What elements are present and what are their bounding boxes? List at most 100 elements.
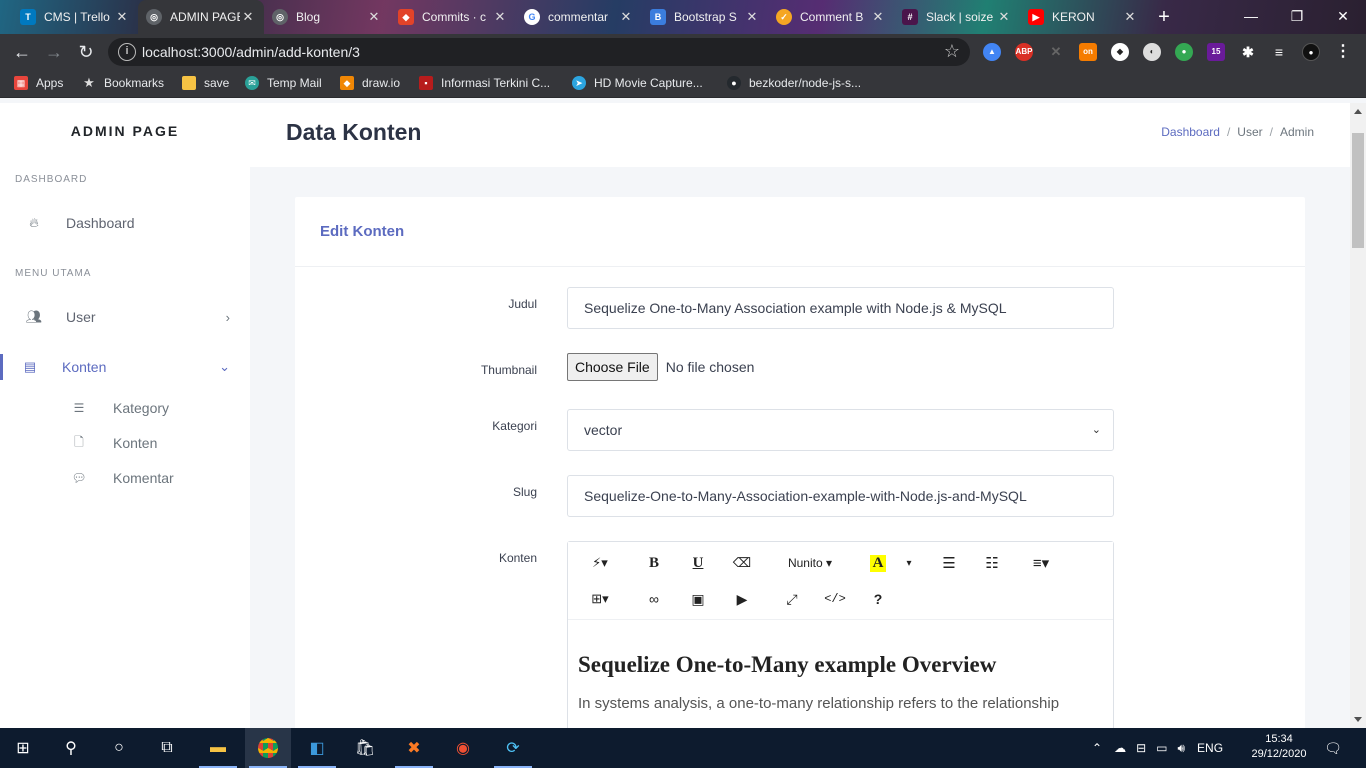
extension-arrow-icon[interactable]: ▲ [983, 43, 1001, 61]
text-color-icon[interactable]: A [866, 551, 890, 575]
judul-input[interactable]: Sequelize One-to-Many Association exampl… [567, 287, 1114, 329]
brand-title[interactable]: ADMIN PAGE [0, 123, 250, 139]
tab-blog[interactable]: ◎ Blog ✕ [264, 2, 390, 32]
bookmark-bookmarks[interactable]: ★ Bookmarks [82, 75, 164, 90]
kategori-select[interactable]: vector ⌄ [567, 409, 1114, 451]
clock[interactable]: 15:34 29/12/2020 [1242, 732, 1316, 762]
sidebar-item-konten[interactable]: ▤ Konten ⌄ [0, 347, 250, 387]
scrollbar-thumb[interactable] [1352, 133, 1364, 248]
tab-comment-box[interactable]: ✓ Comment B ✕ [768, 2, 894, 32]
minimize-button[interactable]: — [1228, 0, 1274, 34]
bookmark-apps[interactable]: ▦ Apps [14, 76, 63, 90]
cloud-icon[interactable]: ☁ [1114, 741, 1126, 755]
battery-icon[interactable]: ▭ [1156, 741, 1167, 755]
file-explorer-icon[interactable]: ▬ [195, 728, 241, 768]
tab-trello[interactable]: T CMS | Trello ✕ [12, 2, 138, 32]
bookmark-drawio[interactable]: ◆ draw.io [340, 76, 400, 90]
breadcrumb-dashboard[interactable]: Dashboard [1161, 125, 1220, 139]
site-info-icon[interactable]: i [118, 43, 136, 61]
close-window-button[interactable]: ✕ [1320, 0, 1366, 34]
x-extension-icon[interactable]: ✕ [1047, 43, 1065, 61]
scroll-down-arrow-icon[interactable] [1354, 717, 1362, 722]
bookmark-temp-mail[interactable]: ✉ Temp Mail [245, 76, 322, 90]
chevron-up-icon[interactable]: ⌃ [1092, 741, 1102, 755]
maximize-button[interactable]: ❐ [1274, 0, 1320, 34]
address-bar[interactable]: i localhost:3000/admin/add-konten/3 ☆ [108, 38, 970, 66]
slug-input[interactable]: Sequelize-One-to-Many-Association-exampl… [567, 475, 1114, 517]
search-icon[interactable]: ⚲ [48, 728, 94, 768]
close-tab-icon[interactable]: ✕ [744, 9, 760, 25]
tab-bootstrap[interactable]: B Bootstrap S ✕ [642, 2, 768, 32]
chrome-menu-icon[interactable]: ⋮ [1334, 43, 1352, 61]
vscode-icon[interactable]: ◧ [294, 728, 340, 768]
tab-youtube[interactable]: ▶ KERON ✕ [1020, 2, 1146, 32]
paragraph-align-icon[interactable]: ≡▾ [1025, 551, 1057, 575]
profile-avatar[interactable]: ● [1302, 43, 1320, 61]
bookmark-save[interactable]: save [182, 76, 229, 90]
network-icon[interactable]: ⊟ [1136, 741, 1146, 755]
cortana-icon[interactable]: ○ [96, 728, 142, 768]
bookmark-star-icon[interactable]: ☆ [944, 41, 960, 62]
close-tab-icon[interactable]: ✕ [240, 9, 256, 25]
forward-arrow-icon[interactable]: → [42, 40, 66, 64]
tab-admin-page[interactable]: ◎ ADMIN PAGE ✕ [138, 0, 264, 34]
close-tab-icon[interactable]: ✕ [996, 9, 1012, 25]
close-tab-icon[interactable]: ✕ [618, 9, 634, 25]
reload-icon[interactable]: ↻ [74, 40, 98, 64]
ordered-list-icon[interactable]: ☷ [980, 551, 1004, 575]
badge-extension-icon[interactable]: 15 [1207, 43, 1225, 61]
close-tab-icon[interactable]: ✕ [492, 9, 508, 25]
color-dropdown-icon[interactable]: ▾ [900, 551, 918, 575]
table-icon[interactable]: ⊞▾ [584, 587, 616, 611]
on-extension-icon[interactable]: on [1079, 43, 1097, 61]
cube-extension-icon[interactable]: ◆ [1111, 43, 1129, 61]
sidebar-subitem-konten[interactable]: 🗋︎ Konten [0, 428, 250, 458]
circle-extension-icon[interactable]: ◐ [1143, 43, 1161, 61]
windows-start-icon[interactable]: ⊞ [0, 728, 46, 768]
media-queue-icon[interactable]: ≡ [1270, 43, 1288, 61]
magic-style-icon[interactable]: ⚡︎▾ [584, 551, 616, 575]
notifications-icon[interactable]: 🗨︎ [1310, 728, 1356, 768]
bookmark-bezkoder[interactable]: ● bezkoder/node-js-s... [727, 76, 861, 90]
new-tab-button[interactable]: + [1152, 5, 1176, 29]
git-gui-icon[interactable]: ◉ [440, 728, 486, 768]
bookmark-hd-movie[interactable]: ➤ HD Movie Capture... [572, 76, 703, 90]
thumbnail-file-input[interactable]: Choose File No file chosen [567, 353, 754, 381]
close-tab-icon[interactable]: ✕ [114, 9, 130, 25]
chrome-icon[interactable] [245, 728, 291, 768]
url-text[interactable]: localhost:3000/admin/add-konten/3 [142, 44, 360, 60]
rich-text-editor[interactable]: ⚡︎▾ B U ⌫ Nunito ▾ A ▾ ☰ ☷ ≡▾ ⊞▾ ∞ ▣ ▶︎ … [567, 541, 1114, 728]
editor-content[interactable]: Sequelize One-to-Many example Overview I… [578, 652, 1108, 716]
eraser-icon[interactable]: ⌫ [730, 551, 754, 575]
language-indicator[interactable]: ENG [1197, 741, 1223, 755]
bullet-list-icon[interactable]: ☰ [937, 551, 961, 575]
close-tab-icon[interactable]: ✕ [366, 9, 382, 25]
app-icon[interactable]: ⟳ [490, 728, 536, 768]
sidebar-item-dashboard[interactable]: 🔥︎ Dashboard [0, 203, 250, 243]
back-arrow-icon[interactable]: ← [10, 40, 34, 64]
choose-file-button[interactable]: Choose File [567, 353, 658, 381]
fullscreen-icon[interactable]: ⤢ [780, 587, 804, 611]
link-icon[interactable]: ∞ [642, 587, 666, 611]
xampp-icon[interactable]: ✖ [391, 728, 437, 768]
sidebar-subitem-kategory[interactable]: ☰ Kategory [0, 393, 250, 423]
code-view-icon[interactable]: </> [823, 587, 847, 611]
leaf-extension-icon[interactable]: ● [1175, 43, 1193, 61]
font-name-dropdown[interactable]: Nunito ▾ [780, 551, 840, 575]
adblock-icon[interactable]: ABP [1015, 43, 1033, 61]
close-tab-icon[interactable]: ✕ [1122, 9, 1138, 25]
sidebar-item-user[interactable]: 👥︎ User › [0, 297, 250, 337]
scroll-up-arrow-icon[interactable] [1354, 109, 1362, 114]
page-scrollbar[interactable] [1350, 103, 1366, 728]
bold-icon[interactable]: B [642, 551, 666, 575]
tab-commits[interactable]: ◆ Commits · c ✕ [390, 2, 516, 32]
help-icon[interactable]: ? [866, 587, 890, 611]
volume-icon[interactable]: 🔊︎ [1177, 741, 1185, 756]
sidebar-subitem-komentar[interactable]: 💬︎ Komentar [0, 463, 250, 493]
store-icon[interactable]: 🛍︎ [342, 728, 388, 768]
puzzle-extensions-icon[interactable]: ✱ [1239, 43, 1257, 61]
task-view-icon[interactable]: ⧉ [144, 728, 190, 768]
tab-slack[interactable]: # Slack | soize ✕ [894, 2, 1020, 32]
underline-icon[interactable]: U [686, 551, 710, 575]
video-icon[interactable]: ▶︎ [730, 587, 754, 611]
